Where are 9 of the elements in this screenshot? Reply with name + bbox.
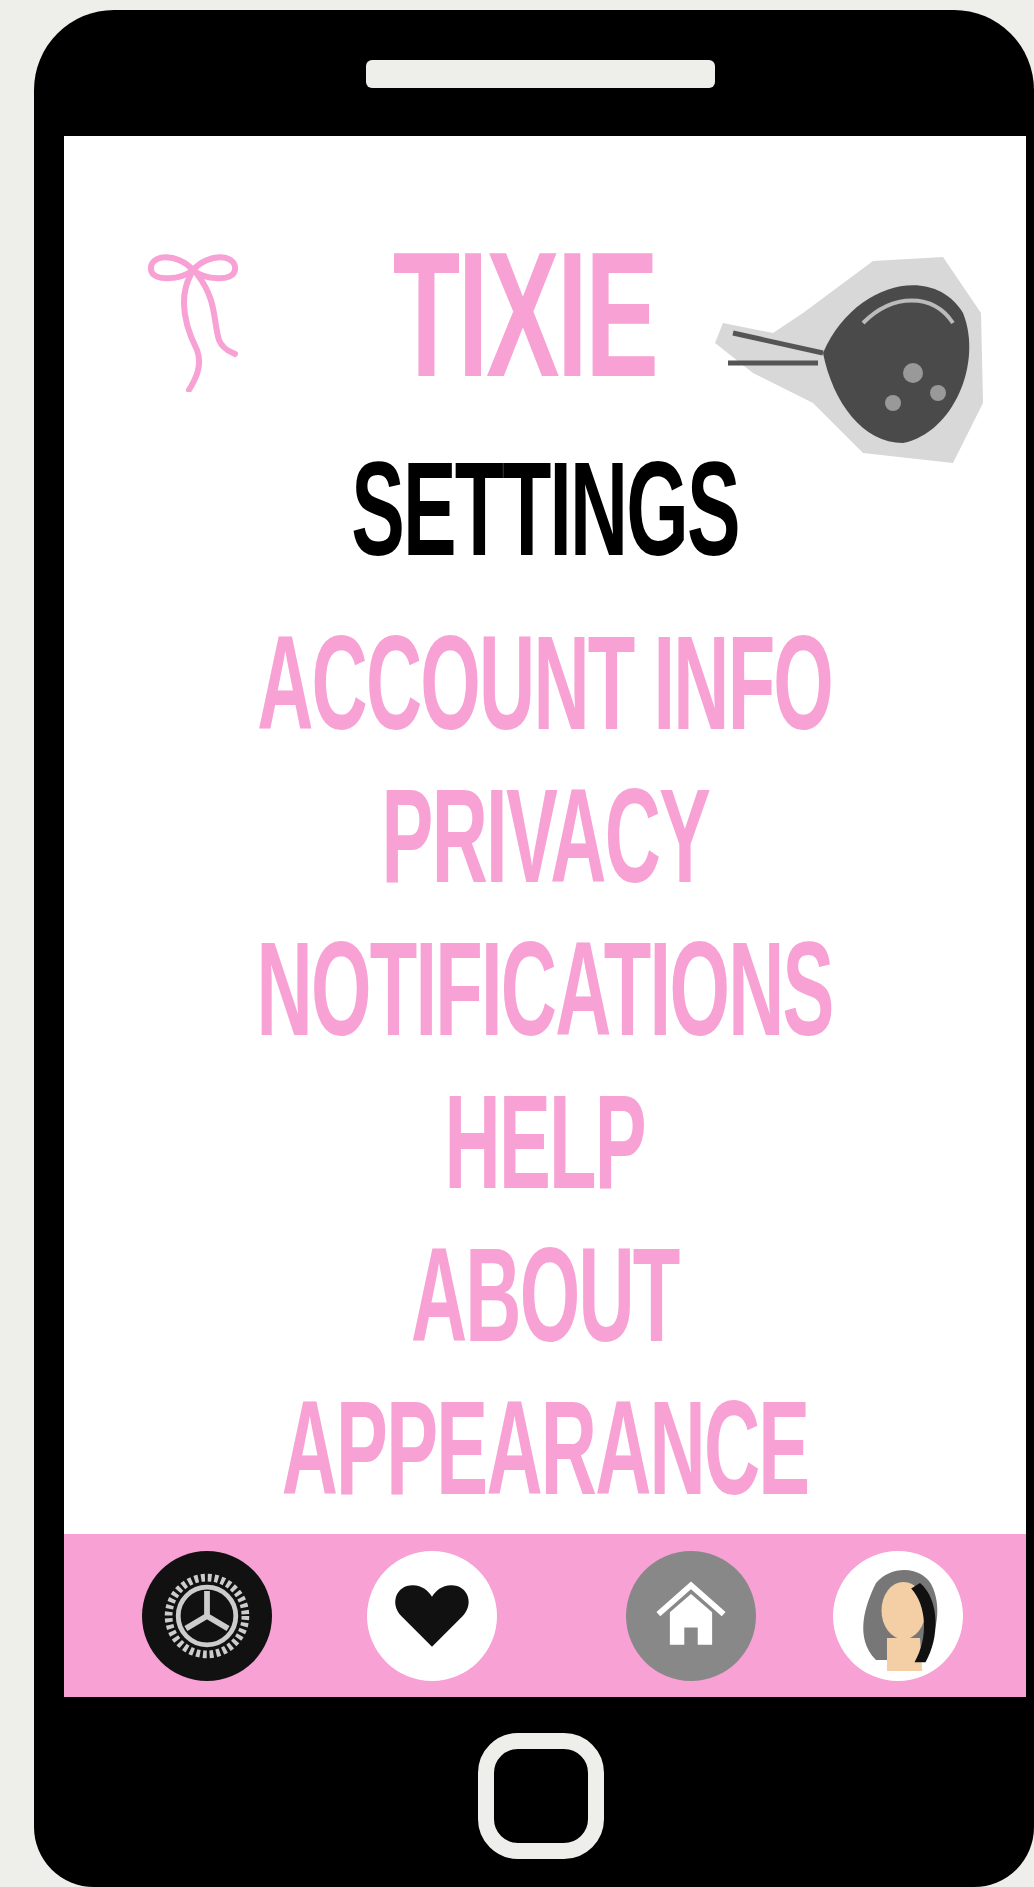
menu-item[interactable]: PRIVACY <box>381 769 709 923</box>
menu-item[interactable]: ACCOUNT INFO <box>257 616 833 770</box>
app-title: TIXIE <box>393 226 657 404</box>
menu-item[interactable]: APPEARANCE <box>281 1381 809 1535</box>
page-title: SETTINGS <box>351 442 739 577</box>
home-key[interactable] <box>478 1733 604 1859</box>
menu-item[interactable]: HELP <box>444 1075 646 1229</box>
menu-item[interactable]: NOTIFICATIONS <box>256 922 834 1076</box>
menu-item[interactable]: ABOUT <box>411 1228 679 1382</box>
